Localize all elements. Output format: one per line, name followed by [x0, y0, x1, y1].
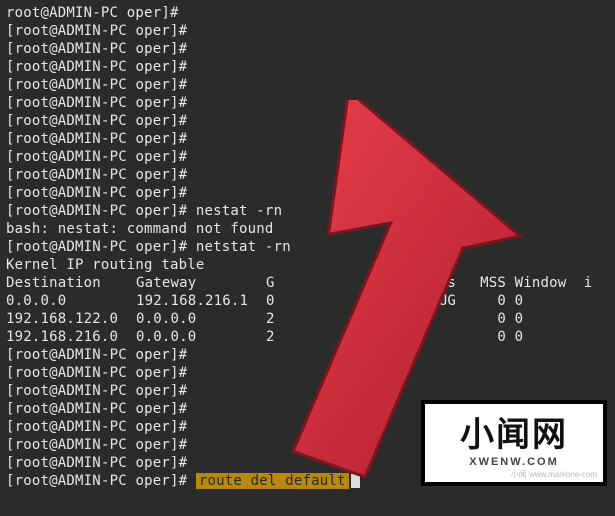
prompt-line: [root@ADMIN-PC oper]# — [6, 22, 609, 40]
prompt-line: [root@ADMIN-PC oper]# — [6, 40, 609, 58]
nestat-line: [root@ADMIN-PC oper]# nestat -rn — [6, 202, 609, 220]
prompt-line: [root@ADMIN-PC oper]# — [6, 184, 609, 202]
route-cmd: route del default — [196, 473, 349, 489]
prompt-line: [root@ADMIN-PC oper]# — [6, 58, 609, 76]
prompt-line: [root@ADMIN-PC oper]# — [6, 148, 609, 166]
table-row: 0.0.0.0192.168.216.10UG0 0 — [6, 292, 609, 310]
prompt-line-partial: root@ADMIN-PC oper]# — [6, 4, 609, 22]
prompt-line: [root@ADMIN-PC oper]# — [6, 130, 609, 148]
prompt-line: [root@ADMIN-PC oper]# — [6, 382, 609, 400]
prompt-line: [root@ADMIN-PC oper]# — [6, 166, 609, 184]
table-row: 192.168.216.00.0.0.020 0 — [6, 328, 609, 346]
table-row: 192.168.122.00.0.0.020 0 — [6, 310, 609, 328]
watermark-badge: 小闻网 XWENW.COM 小闻 www.markone-com — [421, 400, 607, 486]
watermark-credit: 小闻 www.markone-com — [511, 469, 597, 480]
cursor-icon — [351, 474, 360, 488]
netstat-line: [root@ADMIN-PC oper]# netstat -rn — [6, 238, 609, 256]
routing-table-header: DestinationGatewayGFlagsMSS Window i — [6, 274, 609, 292]
prompt-line: [root@ADMIN-PC oper]# — [6, 364, 609, 382]
nestat-error: bash: nestat: command not found — [6, 220, 609, 238]
routing-table-title: Kernel IP routing table — [6, 256, 609, 274]
watermark-main: 小闻网 — [460, 418, 568, 452]
prompt-line: [root@ADMIN-PC oper]# — [6, 112, 609, 130]
prompt-line: [root@ADMIN-PC oper]# — [6, 94, 609, 112]
watermark-sub: XWENW.COM — [469, 456, 559, 468]
prompt-line: [root@ADMIN-PC oper]# — [6, 76, 609, 94]
partial-prompt: root@ADMIN-PC oper]# — [6, 5, 179, 21]
nestat-cmd: nestat -rn — [196, 203, 282, 219]
netstat-cmd: netstat -rn — [196, 239, 291, 255]
prompt-line: [root@ADMIN-PC oper]# — [6, 346, 609, 364]
